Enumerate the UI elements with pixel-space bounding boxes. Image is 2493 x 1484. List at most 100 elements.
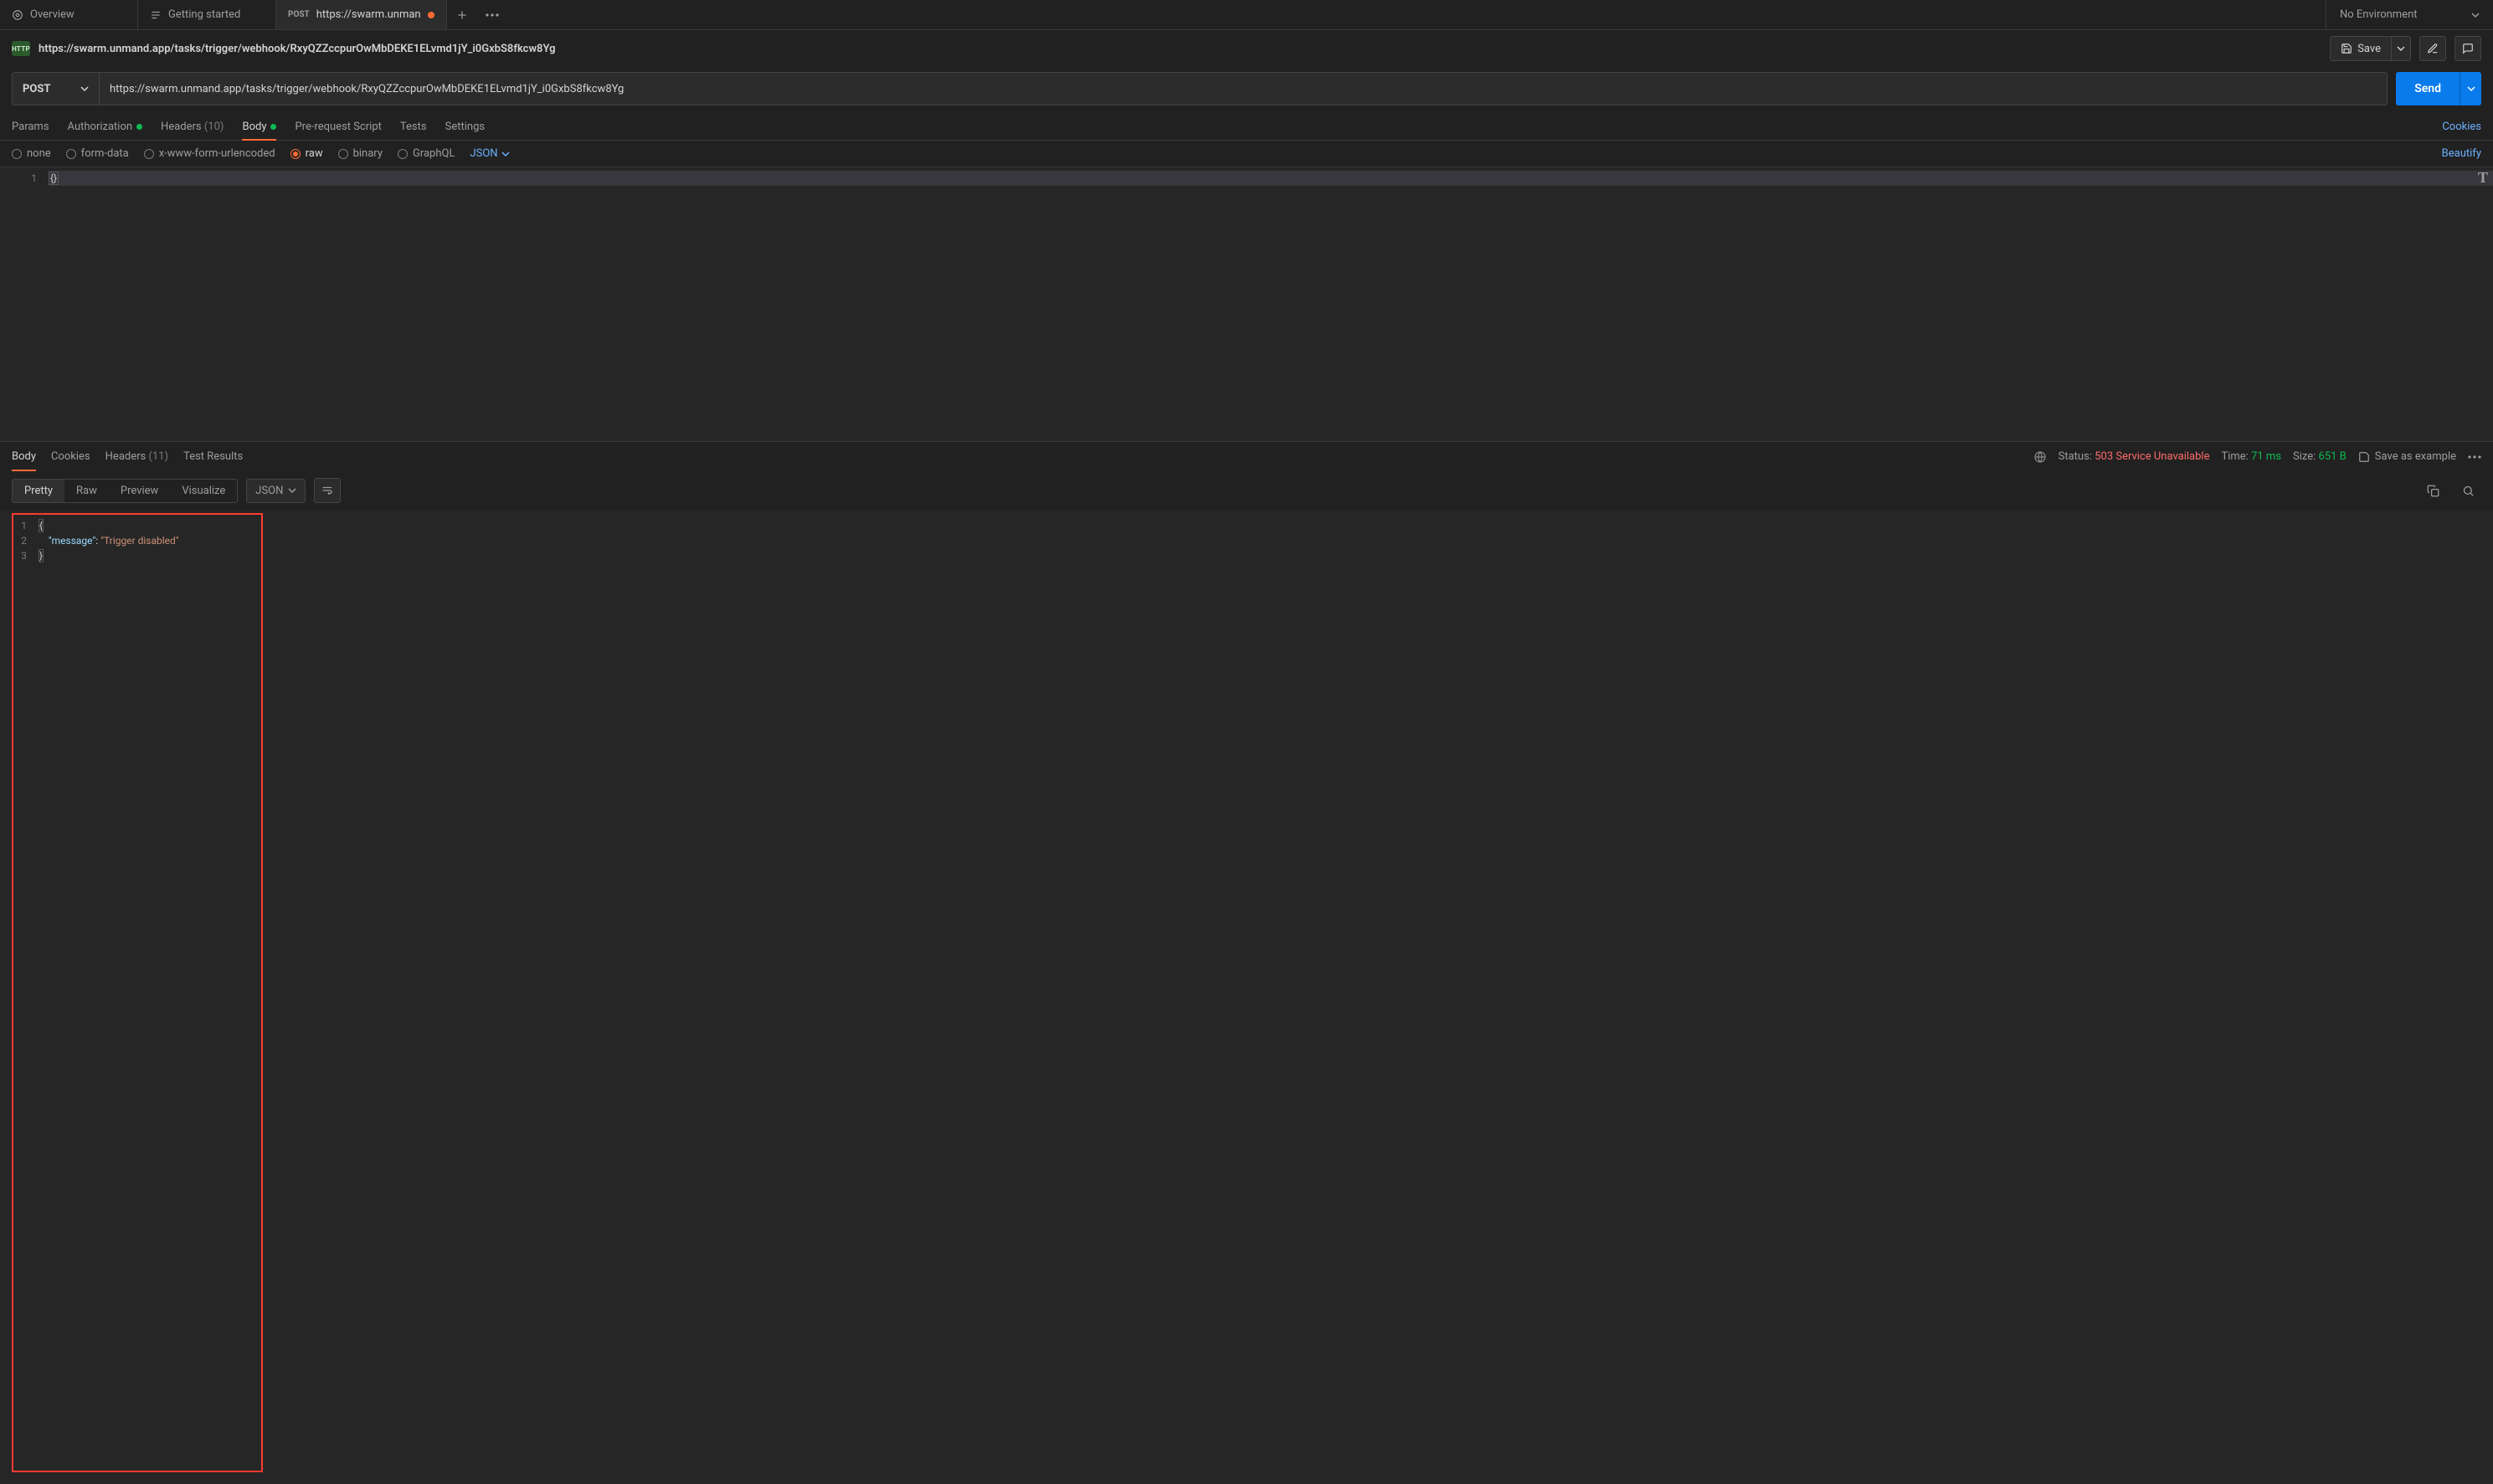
- resp-tab-test-results[interactable]: Test Results: [183, 442, 243, 471]
- tab-prerequest[interactable]: Pre-request Script: [295, 114, 381, 140]
- radio-binary[interactable]: binary: [338, 147, 383, 160]
- tab-overview-label: Overview: [30, 8, 75, 21]
- editor-gutter: 1: [0, 167, 45, 441]
- tab-request[interactable]: POST https://swarm.unman: [276, 0, 447, 29]
- radio-icon: [398, 149, 408, 159]
- send-button[interactable]: Send: [2396, 72, 2460, 105]
- ellipsis-icon: [2468, 455, 2481, 459]
- chevron-down-icon: [2467, 85, 2475, 93]
- overview-icon: [12, 9, 23, 21]
- raw-type-select[interactable]: JSON: [470, 147, 509, 160]
- request-tabs: Params Authorization Headers (10) Body P…: [0, 114, 2493, 141]
- request-body-editor[interactable]: 1 {} T: [0, 167, 2493, 441]
- tab-headers[interactable]: Headers (10): [161, 114, 224, 140]
- url-input[interactable]: [99, 72, 2388, 105]
- save-button-group: Save: [2330, 36, 2411, 61]
- response-more-button[interactable]: [2468, 455, 2481, 459]
- view-preview[interactable]: Preview: [109, 480, 170, 502]
- text-mode-icon[interactable]: T: [2478, 169, 2488, 187]
- response-tabs: Body Cookies Headers (11) Test Results S…: [0, 441, 2493, 471]
- radio-icon: [66, 149, 76, 159]
- resp-tab-cookies[interactable]: Cookies: [51, 442, 90, 471]
- ellipsis-icon: [486, 13, 499, 17]
- method-select[interactable]: POST: [12, 72, 99, 105]
- response-toolbar: Pretty Raw Preview Visualize JSON: [0, 471, 2493, 510]
- radio-icon: [290, 149, 301, 159]
- radio-icon: [144, 149, 154, 159]
- save-as-example-button[interactable]: Save as example: [2358, 450, 2456, 463]
- tab-getting-started[interactable]: Getting started: [138, 0, 276, 29]
- method-value: POST: [23, 83, 50, 95]
- save-label: Save: [2357, 43, 2381, 55]
- response-meta: Status: 503 Service Unavailable Time: 71…: [2033, 450, 2481, 464]
- request-title-row: HTTP https://swarm.unmand.app/tasks/trig…: [0, 30, 2493, 67]
- network-icon[interactable]: [2033, 450, 2047, 464]
- radio-none[interactable]: none: [12, 147, 51, 160]
- tab-tests[interactable]: Tests: [400, 114, 427, 140]
- radio-icon: [12, 149, 22, 159]
- tab-request-title: https://swarm.unman: [316, 8, 421, 21]
- chevron-down-icon: [2397, 44, 2405, 53]
- indicator-dot-icon: [270, 124, 276, 130]
- radio-urlencoded[interactable]: x-www-form-urlencoded: [144, 147, 275, 160]
- resp-tab-body[interactable]: Body: [12, 442, 36, 471]
- editor-content[interactable]: {} T: [45, 167, 2493, 441]
- view-visualize[interactable]: Visualize: [170, 480, 237, 502]
- top-tab-bar: Overview Getting started POST https://sw…: [0, 0, 2493, 30]
- save-icon: [2341, 43, 2352, 54]
- view-raw[interactable]: Raw: [64, 480, 109, 502]
- send-options-button[interactable]: [2460, 72, 2481, 105]
- copy-icon: [2427, 485, 2439, 497]
- chevron-down-icon: [501, 150, 510, 158]
- chevron-down-icon: [2471, 11, 2480, 19]
- radio-icon: [338, 149, 348, 159]
- chevron-down-icon: [80, 85, 89, 93]
- indicator-dot-icon: [136, 124, 142, 130]
- tab-getting-started-label: Getting started: [168, 8, 240, 21]
- tab-body[interactable]: Body: [242, 114, 276, 140]
- list-icon: [150, 9, 162, 21]
- tab-authorization[interactable]: Authorization: [68, 114, 143, 140]
- http-badge-icon: HTTP: [12, 41, 30, 56]
- environment-select[interactable]: No Environment: [2326, 0, 2493, 29]
- line-number: 1: [0, 171, 37, 186]
- save-icon: [2358, 451, 2370, 463]
- radio-graphql[interactable]: GraphQL: [398, 147, 455, 160]
- chevron-down-icon: [288, 486, 296, 495]
- tab-overview[interactable]: Overview: [0, 0, 138, 29]
- url-bar: POST Send: [0, 67, 2493, 114]
- response-highlight-box: 1 2 3 { "message": "Trigger disabled" }: [12, 513, 263, 1472]
- search-response-button[interactable]: [2454, 478, 2481, 503]
- cookies-link[interactable]: Cookies: [2442, 121, 2481, 133]
- wrap-lines-button[interactable]: [314, 478, 341, 503]
- search-icon: [2462, 485, 2475, 497]
- wrap-icon: [321, 485, 333, 496]
- save-button[interactable]: Save: [2330, 36, 2391, 61]
- editor-text: {}: [49, 172, 59, 185]
- resp-tab-headers[interactable]: Headers (11): [105, 442, 168, 471]
- radio-form-data[interactable]: form-data: [66, 147, 129, 160]
- save-options-button[interactable]: [2391, 36, 2411, 61]
- size-value: 651 B: [2319, 450, 2347, 463]
- radio-raw[interactable]: raw: [290, 147, 323, 160]
- send-button-group: Send: [2396, 72, 2481, 105]
- tab-params[interactable]: Params: [12, 114, 49, 140]
- copy-response-button[interactable]: [2419, 478, 2446, 503]
- tab-settings[interactable]: Settings: [445, 114, 485, 140]
- tab-actions-button[interactable]: [477, 0, 507, 29]
- beautify-link[interactable]: Beautify: [2442, 147, 2481, 160]
- environment-label: No Environment: [2340, 8, 2418, 21]
- unsaved-dot-icon: [428, 12, 434, 18]
- response-body: 1 2 3 { "message": "Trigger disabled" }: [0, 510, 2493, 1484]
- view-pretty[interactable]: Pretty: [13, 480, 64, 502]
- response-content[interactable]: { "message": "Trigger disabled" }: [35, 515, 261, 1471]
- response-gutter: 1 2 3: [13, 515, 35, 1471]
- comments-button[interactable]: [2454, 36, 2481, 61]
- edit-button[interactable]: [2419, 36, 2446, 61]
- plus-icon: [456, 9, 468, 21]
- body-type-row: none form-data x-www-form-urlencoded raw…: [0, 141, 2493, 167]
- new-tab-button[interactable]: [447, 0, 477, 29]
- time-value: 71 ms: [2251, 450, 2281, 463]
- request-title: https://swarm.unmand.app/tasks/trigger/w…: [39, 43, 555, 55]
- response-format-select[interactable]: JSON: [246, 479, 306, 503]
